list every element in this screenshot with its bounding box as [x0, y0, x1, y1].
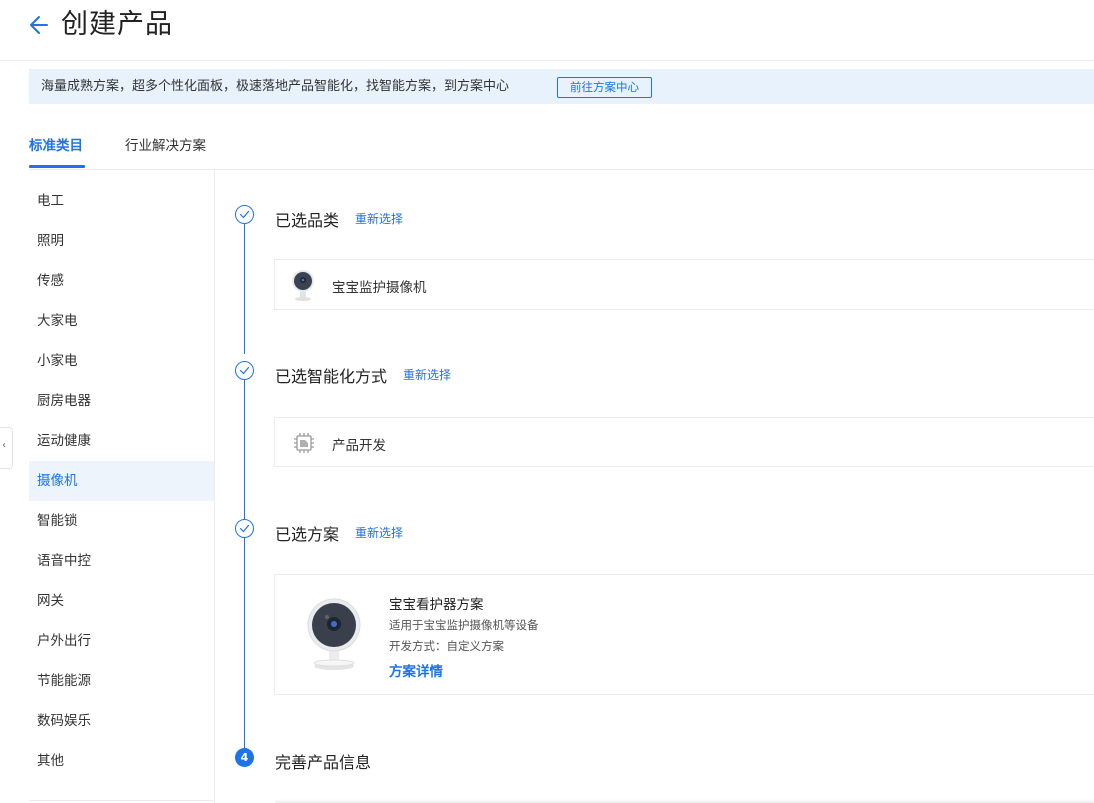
step-title-category: 已选品类 — [275, 211, 340, 230]
chip-icon — [294, 433, 314, 453]
step-title-method: 已选智能化方式 — [275, 367, 388, 386]
step-check-icon — [235, 205, 254, 224]
sidebar-item-smart-lock[interactable]: 智能锁 — [29, 501, 214, 541]
selected-solution-card: 宝宝看护器方案 适用于宝宝监护摄像机等设备 开发方式：自定义方案 方案详情 — [274, 574, 1094, 695]
selected-method-card: 产品开发 — [274, 417, 1094, 467]
form-card-edge — [275, 799, 1094, 803]
tab-standard-category[interactable]: 标准类目 — [29, 134, 83, 154]
sidebar-item-sensor[interactable]: 传感 — [29, 261, 214, 301]
reselect-solution-link[interactable]: 重新选择 — [355, 524, 403, 541]
sidebar-item-camera[interactable]: 摄像机 — [29, 461, 214, 501]
step-title-solution: 已选方案 — [275, 525, 340, 544]
banner-text: 海量成熟方案，超多个性化面板，极速落地产品智能化，找智能方案，到方案中心 — [41, 79, 510, 94]
sidebar-item-electrician[interactable]: 电工 — [29, 181, 214, 221]
sidebar-item-voice-control[interactable]: 语音中控 — [29, 541, 214, 581]
sidebar-item-sports-health[interactable]: 运动健康 — [29, 421, 214, 461]
step-connector — [244, 380, 245, 520]
sidebar-item-digital-entertainment[interactable]: 数码娱乐 — [29, 701, 214, 741]
sidebar-item-gateway[interactable]: 网关 — [29, 581, 214, 621]
info-banner: 海量成熟方案，超多个性化面板，极速落地产品智能化，找智能方案，到方案中心 前往方… — [29, 69, 1094, 104]
step-connector — [244, 224, 245, 354]
sidebar-item-other[interactable]: 其他 — [29, 741, 214, 781]
baby-monitor-camera-icon — [307, 598, 361, 670]
step-connector — [244, 538, 245, 748]
category-sidebar: 电工 照明 传感 大家电 小家电 厨房电器 运动健康 摄像机 智能锁 语音中控 … — [29, 169, 215, 803]
solution-details-link[interactable]: 方案详情 — [389, 660, 443, 680]
step-check-icon — [235, 361, 254, 380]
sidebar-divider — [29, 800, 214, 801]
camera-icon — [292, 270, 314, 301]
sidebar-item-kitchen-appliances[interactable]: 厨房电器 — [29, 381, 214, 421]
active-tab-indicator — [29, 165, 85, 168]
page-header: 创建产品 — [0, 0, 1094, 61]
solution-name: 宝宝看护器方案 — [389, 597, 484, 613]
selected-category-name: 宝宝监护摄像机 — [332, 280, 427, 296]
selected-method-name: 产品开发 — [332, 438, 386, 454]
solution-dev-mode: 开发方式：自定义方案 — [389, 639, 504, 653]
tab-industry-solutions[interactable]: 行业解决方案 — [125, 134, 206, 154]
step-number-badge: 4 — [235, 748, 254, 767]
collapse-handle[interactable]: ‹ — [0, 427, 13, 469]
reselect-category-link[interactable]: 重新选择 — [355, 210, 403, 227]
sidebar-item-energy[interactable]: 节能能源 — [29, 661, 214, 701]
category-tabs: 标准类目 行业解决方案 — [29, 118, 1094, 170]
reselect-method-link[interactable]: 重新选择 — [403, 366, 451, 383]
chevron-left-icon: ‹ — [2, 440, 6, 451]
selected-category-card: 宝宝监护摄像机 — [274, 259, 1094, 310]
solution-description: 适用于宝宝监护摄像机等设备 — [389, 618, 539, 632]
sidebar-item-outdoor-travel[interactable]: 户外出行 — [29, 621, 214, 661]
page-title: 创建产品 — [61, 9, 173, 40]
step-title-product-info: 完善产品信息 — [275, 753, 372, 772]
back-arrow-icon[interactable] — [29, 14, 49, 36]
sidebar-item-lighting[interactable]: 照明 — [29, 221, 214, 261]
go-to-solution-center-button[interactable]: 前往方案中心 — [557, 77, 652, 98]
sidebar-item-large-appliances[interactable]: 大家电 — [29, 301, 214, 341]
sidebar-item-small-appliances[interactable]: 小家电 — [29, 341, 214, 381]
step-check-icon — [235, 519, 254, 538]
